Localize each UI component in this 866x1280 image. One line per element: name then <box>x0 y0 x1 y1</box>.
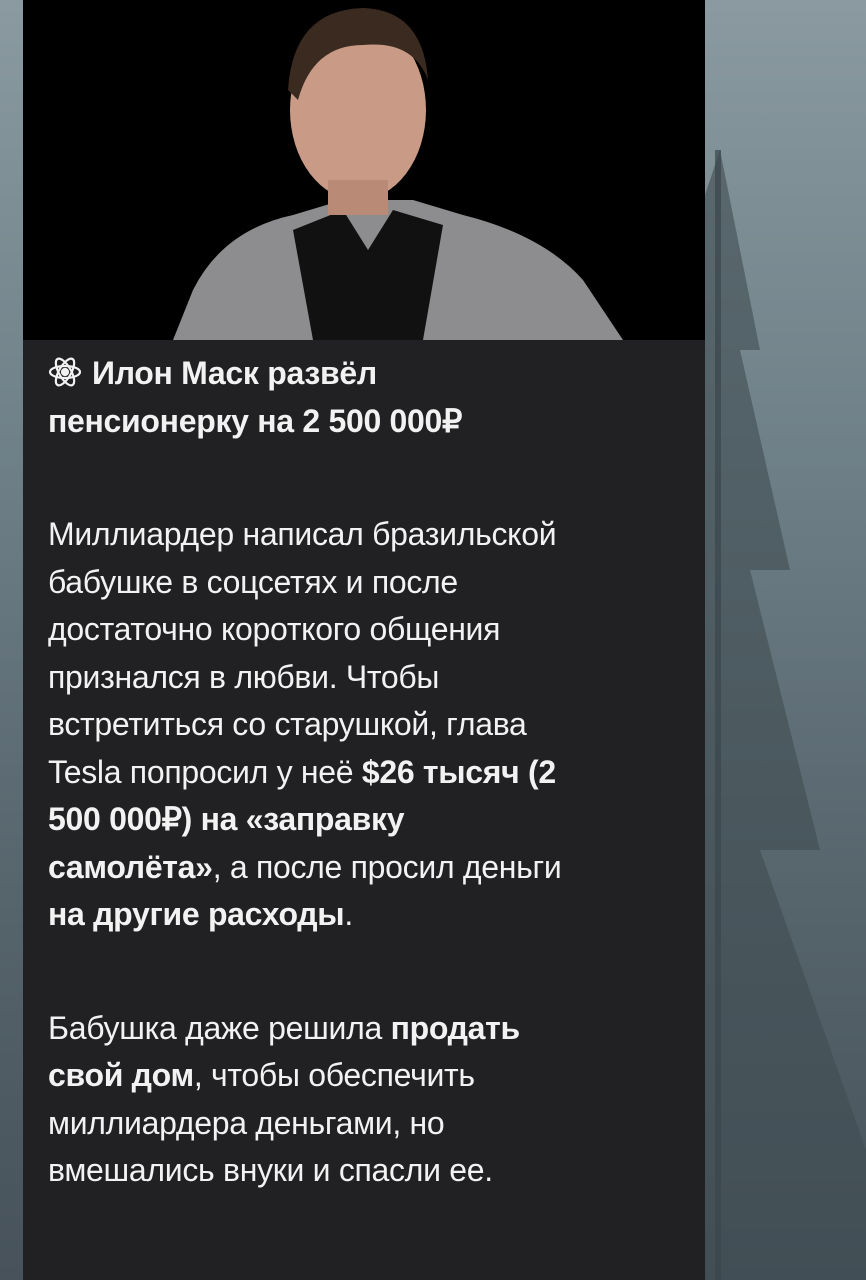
post-paragraph: Бабушка даже решила продать свой дом, что… <box>48 1005 698 1195</box>
text-line: свой дом, чтобы обеспечить <box>48 1052 698 1100</box>
text-line: 500 000₽) на «заправку <box>48 796 698 844</box>
text-line: Бабушка даже решила продать <box>48 1005 698 1053</box>
text-segment: вмешались внуки и спасли ее. <box>48 1152 493 1188</box>
text-segment: Бабушка даже решила <box>48 1009 391 1046</box>
text-segment: достаточно короткого общения <box>48 611 501 647</box>
bold-text: на другие расходы <box>48 896 345 932</box>
title-line: пенсионерку на 2 500 000₽ <box>48 402 463 439</box>
text-line: самолёта», а после просил деньги <box>48 844 698 892</box>
text-line: признался в любви. Чтобы <box>48 654 698 702</box>
message-bubble: Илон Маск развёл пенсионерку на 2 500 00… <box>23 0 705 1280</box>
post-title: Илон Маск развёл пенсионерку на 2 500 00… <box>48 350 698 445</box>
text-line: вмешались внуки и спасли ее. <box>48 1147 698 1195</box>
text-segment: , а после просил деньги <box>212 848 562 885</box>
post-paragraph: Миллиардер написал бразильской бабушке в … <box>48 511 698 939</box>
text-line: на другие расходы. <box>48 891 698 939</box>
background-tree-wallpaper <box>700 150 866 1280</box>
text-line: Tesla попросил у неё $26 тысяч (2 <box>48 749 698 797</box>
bold-text: свой дом <box>48 1057 194 1093</box>
post-photo[interactable] <box>23 0 705 340</box>
text-segment: Миллиардер написал бразильской <box>48 516 557 552</box>
text-line: бабушке в соцсетях и после <box>48 559 698 607</box>
text-segment: , чтобы обеспечить <box>193 1057 475 1093</box>
text-line: встретиться со старушкой, глава <box>48 701 698 749</box>
text-line: достаточно короткого общения <box>48 606 698 654</box>
bold-text: продать <box>390 1009 521 1046</box>
text-segment: . <box>344 896 353 932</box>
atom-icon <box>48 357 82 387</box>
text-segment: встретиться со старушкой, глава <box>48 706 527 742</box>
title-line: Илон Маск развёл <box>92 355 377 391</box>
text-line: Миллиардер написал бразильской <box>48 511 698 559</box>
bold-text: самолёта» <box>48 848 213 885</box>
text-segment: миллиардера деньгами, но <box>48 1104 445 1141</box>
bold-text: 500 000₽) на «заправку <box>48 801 405 837</box>
bold-text: $26 тысяч (2 <box>361 753 556 790</box>
text-segment: бабушке в соцсетях и после <box>48 563 458 600</box>
text-segment: Tesla попросил у неё <box>48 753 362 790</box>
text-segment: признался в любви. Чтобы <box>48 658 440 695</box>
text-line: миллиардера деньгами, но <box>48 1100 698 1148</box>
